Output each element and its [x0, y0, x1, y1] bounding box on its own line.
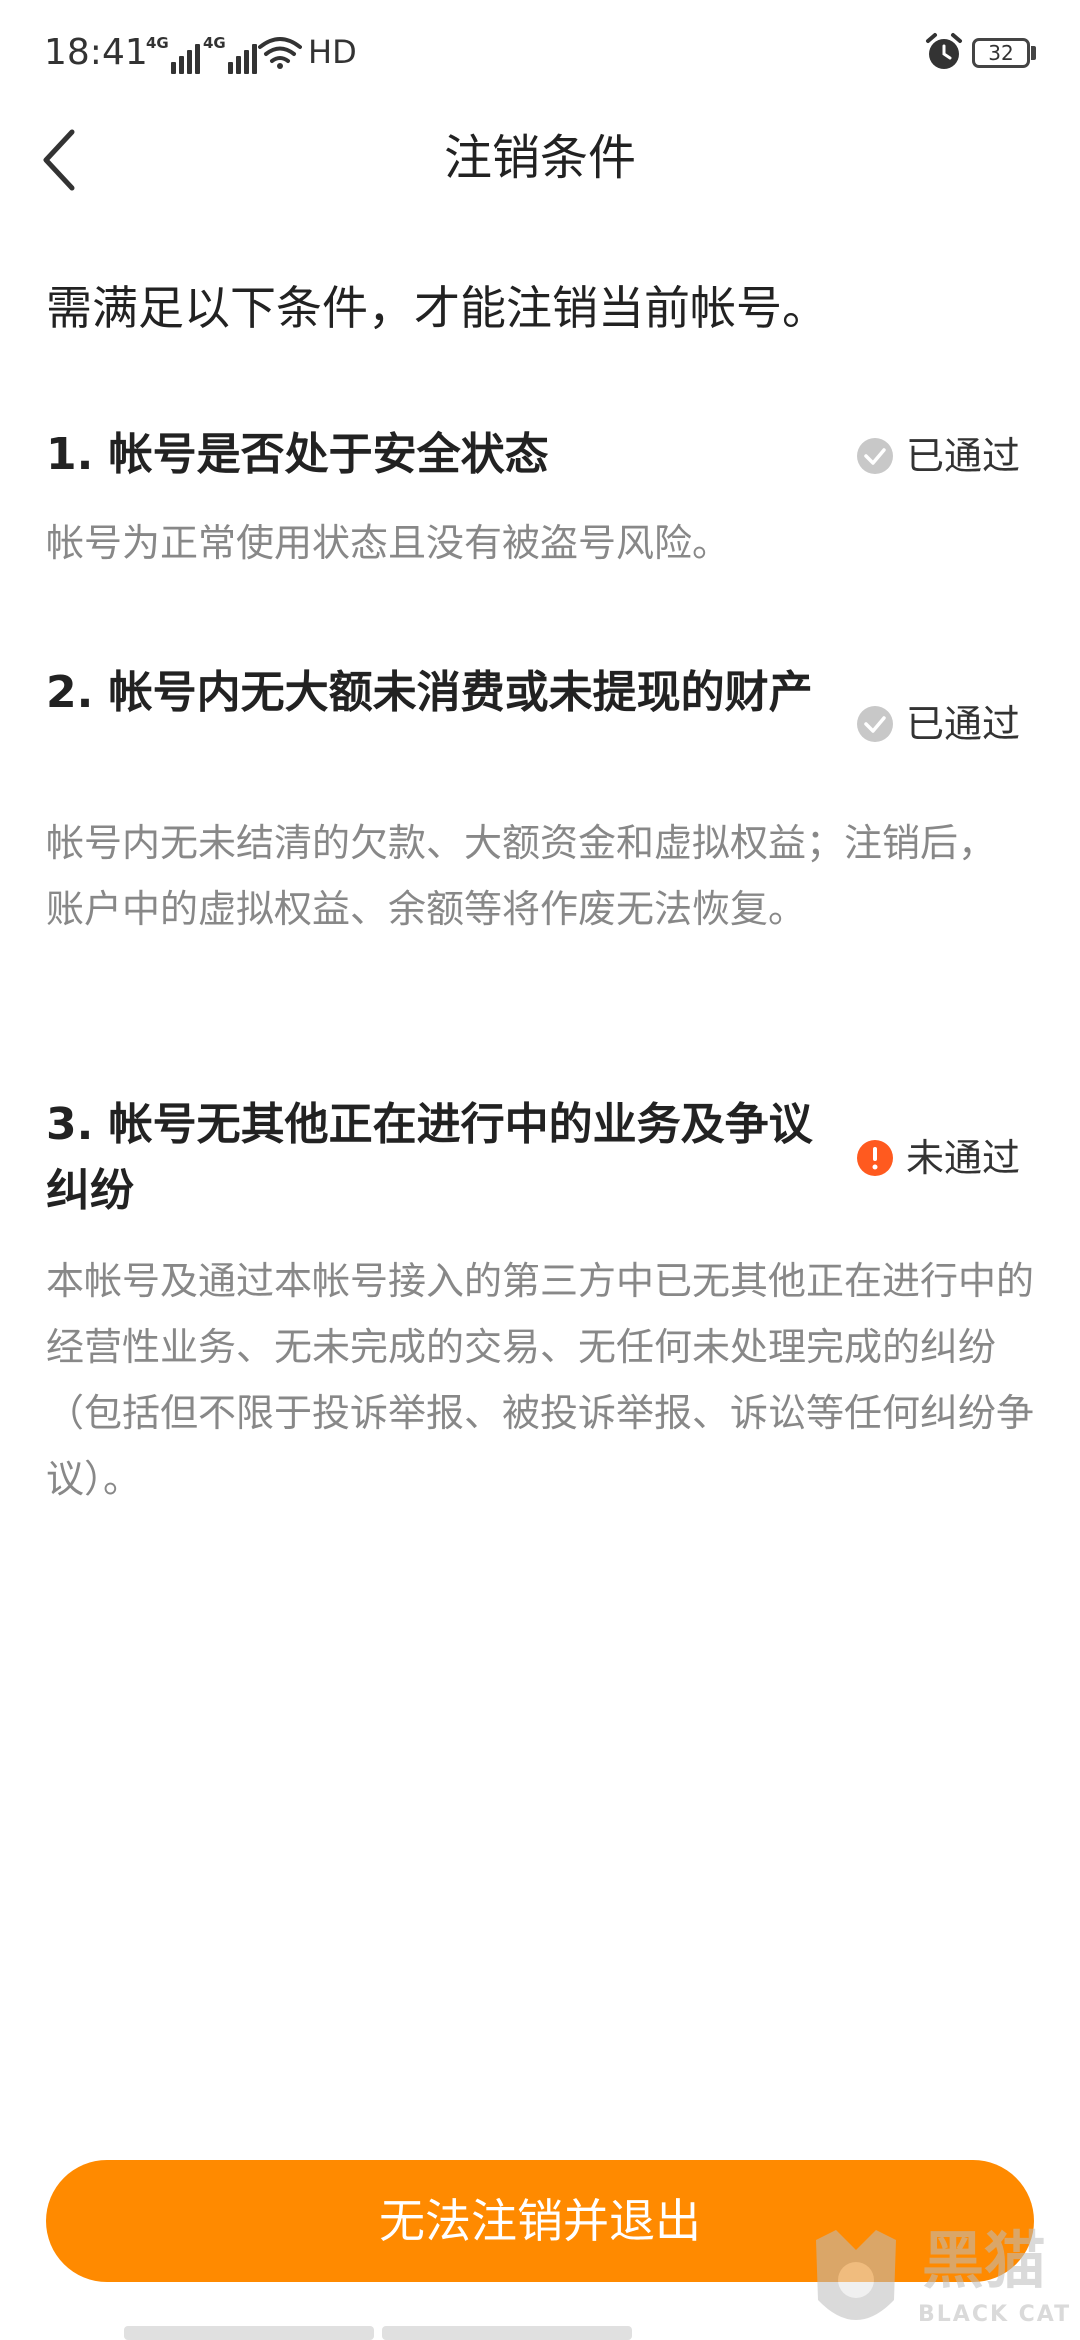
- check-circle-icon: [857, 438, 893, 474]
- alarm-icon: [926, 33, 962, 69]
- condition-description: 帐号为正常使用状态且没有被盗号风险。: [46, 521, 731, 565]
- wifi-icon: [258, 37, 302, 69]
- status-badge: 未通过: [856, 1134, 1020, 1182]
- condition-title: 2. 帐号内无大额未消费或未提现的财产: [46, 667, 813, 718]
- battery-tip: [1031, 46, 1036, 60]
- condition-description: 帐号内无未结清的欠款、大额资金和虚拟权益；注销后，账户中的虚拟权益、余额等将作废…: [46, 821, 997, 931]
- intro-text: 需满足以下条件，才能注销当前帐号。: [46, 281, 828, 335]
- page-title: 注销条件: [443, 130, 636, 186]
- condition-title: 1. 帐号是否处于安全状态: [46, 429, 549, 480]
- status-badge: 已通过: [856, 700, 1020, 748]
- status-text: 已通过: [906, 702, 1021, 746]
- nav-bar-indicator: [382, 2326, 632, 2340]
- cat-logo-icon: [816, 2230, 896, 2320]
- status-badge: 已通过: [856, 432, 1020, 480]
- status-time: 18:41: [44, 32, 148, 73]
- watermark-logo: 黑猫 BLACK CAT: [806, 2220, 1080, 2340]
- network-type-label: 4G: [146, 34, 169, 52]
- status-bar: 18:41 4G 4G HD 32: [0, 0, 1080, 110]
- condition-title: 3. 帐号无其他正在进行中的业务及争议纠纷: [46, 1099, 813, 1216]
- exclamation-circle-icon: [857, 1140, 893, 1176]
- battery-icon: 32: [972, 38, 1030, 68]
- network-type-label: 4G: [203, 34, 226, 52]
- watermark-cn: 黑猫: [922, 2224, 1047, 2297]
- watermark-en: BLACK CAT: [918, 2302, 1072, 2327]
- condition-description: 本帐号及通过本帐号接入的第三方中已无其他正在进行中的经营性业务、无未完成的交易、…: [46, 1259, 1035, 1501]
- cellular-signal-icon: 4G: [203, 34, 257, 74]
- hd-voice-label: HD: [308, 33, 357, 71]
- cellular-signal-icon: 4G: [146, 34, 200, 74]
- status-text: 未通过: [906, 1136, 1021, 1180]
- check-circle-icon: [857, 706, 893, 742]
- status-text: 已通过: [906, 434, 1021, 478]
- nav-bar-indicator: [124, 2326, 374, 2340]
